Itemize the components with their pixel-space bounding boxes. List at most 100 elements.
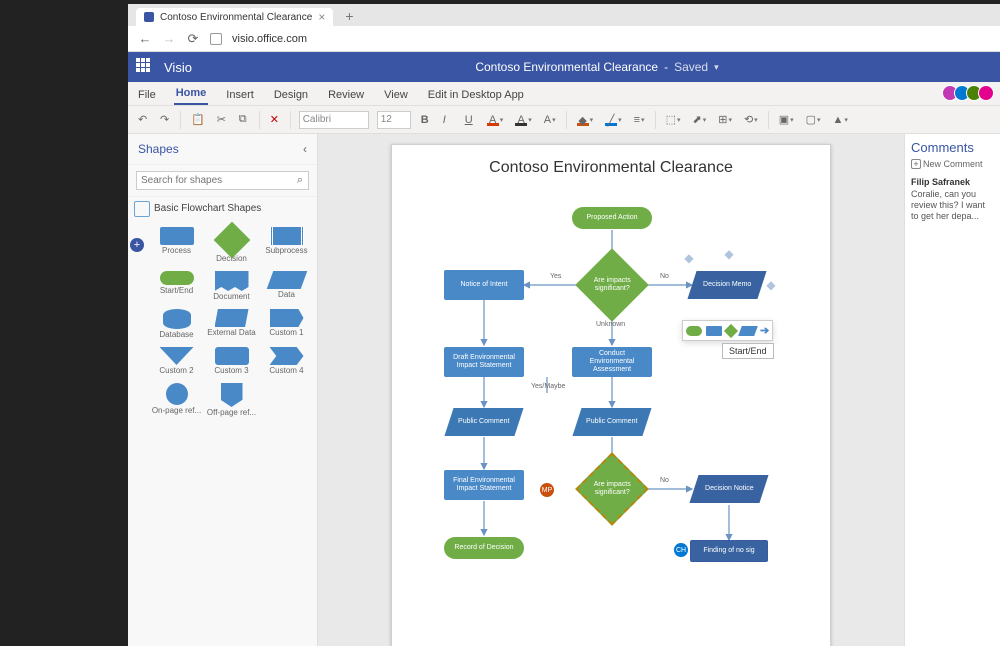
presence-badge-mp[interactable]: MP (540, 483, 554, 497)
node-decision-notice[interactable]: Decision Notice (689, 475, 768, 503)
collapse-panel-icon[interactable]: ‹ (303, 142, 307, 156)
shape-stencil-cust2[interactable]: Custom 2 (150, 344, 203, 378)
node-notice-intent[interactable]: Notice of Intent (444, 270, 524, 300)
shape-stencil-rect[interactable]: Process (150, 224, 203, 266)
presence-badge-ch[interactable]: CH (674, 543, 688, 557)
presence-avatars[interactable] (946, 85, 994, 101)
tab-home[interactable]: Home (174, 83, 209, 105)
canvas[interactable]: Contoso Environmental Clearance (318, 134, 904, 646)
underline-button[interactable]: U (463, 114, 477, 126)
diagram-title: Contoso Environmental Clearance (392, 145, 830, 191)
shape-stencil-ext[interactable]: External Data (205, 306, 258, 342)
tab-view[interactable]: View (382, 85, 410, 105)
app-launcher-icon[interactable] (136, 58, 154, 76)
tab-insert[interactable]: Insert (224, 85, 256, 105)
url-text[interactable]: visio.office.com (232, 33, 307, 45)
shape-stencil-label: Custom 1 (269, 329, 303, 337)
connection-point-icon[interactable]: ◆ (684, 253, 694, 263)
app-name: Visio (164, 60, 192, 75)
delete-icon[interactable]: ✕ (268, 113, 282, 126)
mini-shape-more-icon[interactable]: ➔ (760, 324, 769, 337)
highlight-button[interactable]: A▾ (513, 114, 534, 126)
add-shape-category-button[interactable]: + (130, 238, 144, 252)
shape-stencil-label: Custom 2 (159, 367, 193, 375)
text-align-button[interactable]: A▾ (542, 114, 558, 126)
font-color-button[interactable]: A▾ (485, 114, 506, 126)
shape-stencil-cust3[interactable]: Custom 3 (205, 344, 258, 378)
comment-thread[interactable]: Filip Safranek Coralie, can you review t… (911, 177, 994, 221)
shape-stencil-diamond[interactable]: Decision (205, 224, 258, 266)
group-button[interactable]: ⊞▾ (716, 113, 734, 126)
shape-stencil-data[interactable]: Data (260, 268, 313, 304)
shape-stencil-db[interactable]: Database (150, 306, 203, 342)
nav-back-icon[interactable]: ← (138, 31, 152, 46)
shapes-search-input[interactable] (137, 172, 292, 189)
node-finding-no-sig[interactable]: Finding of no sig (690, 540, 768, 562)
tab-review[interactable]: Review (326, 85, 366, 105)
bold-button[interactable]: B (419, 114, 433, 126)
shape-stencil-doc[interactable]: Document (205, 268, 258, 304)
site-info-icon[interactable] (210, 33, 222, 45)
paste-icon[interactable]: 📋 (189, 113, 207, 126)
node-draft-env-impact[interactable]: Draft Environmental Impact Statement (444, 347, 524, 377)
shape-stencil-subproc[interactable]: Subprocess (260, 224, 313, 266)
line-style-button[interactable]: ≡▾ (632, 114, 647, 126)
node-final-env-impact[interactable]: Final Environmental Impact Statement (444, 470, 524, 500)
node-impacts-significant[interactable]: Are impacts significant? (575, 248, 649, 322)
undo-icon[interactable]: ↶ (136, 113, 150, 126)
search-icon[interactable]: ⌕ (292, 172, 308, 189)
connection-point-icon[interactable]: ◆ (766, 280, 776, 290)
mini-shape-data-icon[interactable] (738, 326, 758, 336)
bring-front-button[interactable]: ▣▾ (777, 113, 796, 126)
diagram-page[interactable]: Contoso Environmental Clearance (391, 144, 831, 646)
send-back-button[interactable]: ▢▾ (804, 113, 823, 126)
comment-body: Coralie, can you review this? I want to … (911, 189, 994, 221)
avatar[interactable] (978, 85, 994, 101)
cust4-icon (270, 347, 304, 365)
italic-button[interactable]: I (441, 114, 455, 126)
shape-stencil-cust4[interactable]: Custom 4 (260, 344, 313, 378)
redo-icon[interactable]: ↷ (158, 113, 172, 126)
shape-stencil-circle[interactable]: On-page ref... (150, 380, 203, 420)
font-size-select[interactable] (377, 111, 411, 129)
fill-color-button[interactable]: ◆▾ (575, 114, 596, 126)
cut-icon[interactable]: ✂ (215, 113, 229, 126)
line-color-button[interactable]: ╱▾ (603, 114, 624, 126)
node-public-comment-1[interactable]: Public Comment (444, 408, 523, 436)
node-impacts-significant-2[interactable]: Are impacts significant? (575, 452, 649, 526)
nav-refresh-icon[interactable]: ⟳ (186, 31, 200, 47)
rotate-button[interactable]: ⟲▾ (742, 113, 760, 126)
tab-file[interactable]: File (136, 85, 158, 105)
node-conduct-env-assessment[interactable]: Conduct Environmental Assessment (572, 347, 652, 377)
edit-in-desktop-button[interactable]: Edit in Desktop App (426, 85, 526, 105)
mini-shape-process-icon[interactable] (706, 326, 722, 336)
connection-point-icon[interactable]: ◆ (724, 249, 734, 259)
more-button[interactable]: ▲▾ (831, 114, 850, 126)
shape-stencil-term[interactable]: Start/End (150, 268, 203, 304)
shapes-panel: Shapes ‹ ⌕ Basic Flowchart Shapes + Proc… (128, 134, 318, 646)
connector-label-unknown: Unknown (596, 321, 625, 328)
new-tab-button[interactable]: + (337, 6, 361, 26)
shape-stencil-offpage[interactable]: Off-page ref... (205, 380, 258, 420)
node-proposed-action[interactable]: Proposed Action (572, 207, 652, 229)
mini-shape-startend-icon[interactable] (686, 326, 702, 336)
align-button[interactable]: ⬚▾ (664, 113, 683, 126)
node-record-decision[interactable]: Record of Decision (444, 537, 524, 559)
arrange-button[interactable]: ⬈▾ (690, 113, 708, 126)
tab-design[interactable]: Design (272, 85, 310, 105)
copy-icon[interactable]: ⧉ (237, 113, 251, 126)
node-decision-memo[interactable]: Decision Memo (687, 271, 766, 299)
shapes-panel-title: Shapes (138, 142, 179, 156)
browser-tab[interactable]: Contoso Environmental Clearance × (136, 8, 333, 26)
quick-shapes-toolbar[interactable]: ➔ (682, 320, 773, 341)
mini-shape-decision-icon[interactable] (724, 323, 738, 337)
document-title-dropdown[interactable]: Contoso Environmental Clearance - Saved … (202, 60, 992, 74)
node-public-comment-2[interactable]: Public Comment (572, 408, 651, 436)
shapes-search[interactable]: ⌕ (136, 171, 309, 190)
tab-close-icon[interactable]: × (318, 11, 325, 23)
font-name-select[interactable] (299, 111, 369, 129)
shape-category-header[interactable]: Basic Flowchart Shapes (128, 197, 317, 220)
nav-forward-icon[interactable]: → (162, 31, 176, 46)
shape-stencil-cust1[interactable]: Custom 1 (260, 306, 313, 342)
new-comment-button[interactable]: +New Comment (911, 159, 994, 169)
